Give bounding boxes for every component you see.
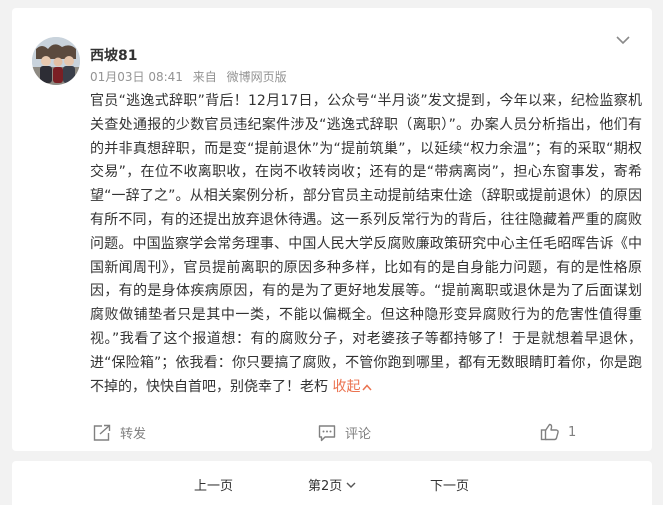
collapse-label: 收起 bbox=[332, 378, 361, 395]
avatar[interactable] bbox=[32, 37, 80, 85]
post-meta: 01月03日 08:41 来自 微博网页版 bbox=[90, 68, 293, 85]
post-menu-chevron-down-icon[interactable] bbox=[614, 32, 632, 46]
like-count: 1 bbox=[568, 424, 577, 440]
post-actions: 转发 评论 1 bbox=[90, 423, 642, 445]
pagination: 上一页 第2页 下一页 bbox=[12, 461, 652, 505]
collapse-link[interactable]: 收起 bbox=[332, 378, 373, 395]
repost-icon bbox=[93, 424, 111, 441]
chevron-up-icon bbox=[362, 383, 373, 391]
comment-icon bbox=[318, 424, 336, 441]
comment-label: 评论 bbox=[345, 427, 372, 442]
post-source[interactable]: 微博网页版 bbox=[227, 70, 287, 84]
weibo-post-card: 西坡81 01月03日 08:41 来自 微博网页版 官员“逃逸式辞职”背后！1… bbox=[12, 8, 652, 451]
page-select[interactable]: 第2页 bbox=[308, 475, 356, 494]
next-page-button[interactable]: 下一页 bbox=[430, 475, 469, 494]
repost-button[interactable]: 转发 bbox=[92, 423, 146, 442]
like-button[interactable]: 1 bbox=[540, 423, 576, 441]
repost-label: 转发 bbox=[120, 427, 147, 442]
username[interactable]: 西坡81 bbox=[90, 45, 137, 65]
thumbs-up-icon bbox=[540, 423, 559, 441]
post-text: 官员“逃逸式辞职”背后！12月17日，公众号“半月谈”发文提到，今年以来，纪检监… bbox=[90, 93, 642, 395]
current-page-label: 第2页 bbox=[308, 479, 343, 494]
comment-button[interactable]: 评论 bbox=[317, 423, 371, 442]
source-prefix: 来自 bbox=[192, 70, 217, 84]
prev-page-button[interactable]: 上一页 bbox=[194, 475, 233, 494]
post-content: 官员“逃逸式辞职”背后！12月17日，公众号“半月谈”发文提到，今年以来，纪检监… bbox=[90, 90, 642, 399]
chevron-down-icon bbox=[346, 482, 356, 488]
post-timestamp[interactable]: 01月03日 08:41 bbox=[90, 70, 183, 84]
